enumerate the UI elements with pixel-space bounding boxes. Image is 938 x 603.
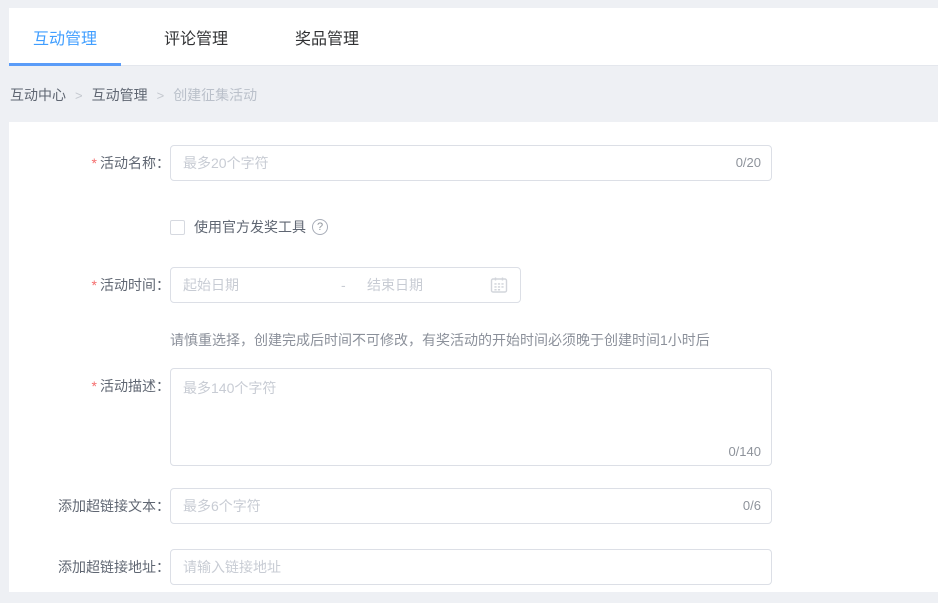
hyperlink-text-input[interactable] xyxy=(170,488,772,524)
breadcrumb-item-interaction-management[interactable]: 互动管理 xyxy=(92,85,148,105)
calendar-icon[interactable] xyxy=(490,276,508,294)
create-activity-form: *活动名称： 0/20 使用官方发奖工具 ? *活动时间： - xyxy=(9,122,938,592)
date-range-picker[interactable]: - xyxy=(170,267,521,303)
tab-interaction-management[interactable]: 互动管理 xyxy=(9,8,121,65)
start-date-input[interactable] xyxy=(183,277,341,293)
breadcrumb-item-interaction-center[interactable]: 互动中心 xyxy=(10,85,66,105)
hyperlink-url-input[interactable] xyxy=(170,549,772,585)
help-question-icon[interactable]: ? xyxy=(312,219,328,235)
activity-time-label: *活动时间： xyxy=(9,267,170,303)
activity-time-row: *活动时间： - xyxy=(9,267,938,303)
top-tab-bar: 互动管理 评论管理 奖品管理 xyxy=(9,8,938,66)
activity-time-hint: 请慎重选择，创建完成后时间不可修改，有奖活动的开始时间必须晚于创建时间1小时后 xyxy=(170,330,938,350)
required-asterisk: * xyxy=(92,155,97,171)
breadcrumb-separator-icon: > xyxy=(75,88,83,103)
activity-time-label-text: 活动时间： xyxy=(100,277,170,293)
hyperlink-text-row: 添加超链接文本： 0/6 xyxy=(9,488,938,524)
activity-name-label: *活动名称： xyxy=(9,145,170,181)
activity-description-textarea[interactable] xyxy=(170,368,772,466)
hyperlink-url-label-text: 添加超链接地址： xyxy=(58,559,170,575)
hyperlink-url-row: 添加超链接地址： xyxy=(9,549,938,585)
breadcrumb-item-create-activity: 创建征集活动 xyxy=(173,85,257,105)
official-tool-checkbox[interactable] xyxy=(170,220,185,235)
required-asterisk: * xyxy=(92,277,97,293)
activity-description-row: *活动描述： 0/140 xyxy=(9,368,938,466)
date-range-separator: - xyxy=(341,277,367,293)
hyperlink-text-label-text: 添加超链接文本： xyxy=(58,498,170,514)
activity-name-row: *活动名称： 0/20 xyxy=(9,145,938,181)
activity-name-input[interactable] xyxy=(170,145,772,181)
official-tool-row: 使用官方发奖工具 ? xyxy=(170,217,938,237)
end-date-input[interactable] xyxy=(367,277,477,293)
official-tool-label[interactable]: 使用官方发奖工具 xyxy=(194,217,306,237)
required-asterisk: * xyxy=(92,378,97,394)
breadcrumb-separator-icon: > xyxy=(157,88,165,103)
tab-prize-management[interactable]: 奖品管理 xyxy=(271,8,383,65)
activity-name-label-text: 活动名称： xyxy=(100,155,170,171)
tab-comment-management[interactable]: 评论管理 xyxy=(140,8,252,65)
breadcrumb: 互动中心 > 互动管理 > 创建征集活动 xyxy=(10,85,938,105)
activity-description-label: *活动描述： xyxy=(9,368,170,404)
hyperlink-text-label: 添加超链接文本： xyxy=(9,488,170,524)
activity-description-label-text: 活动描述： xyxy=(100,378,170,394)
hyperlink-url-label: 添加超链接地址： xyxy=(9,549,170,585)
